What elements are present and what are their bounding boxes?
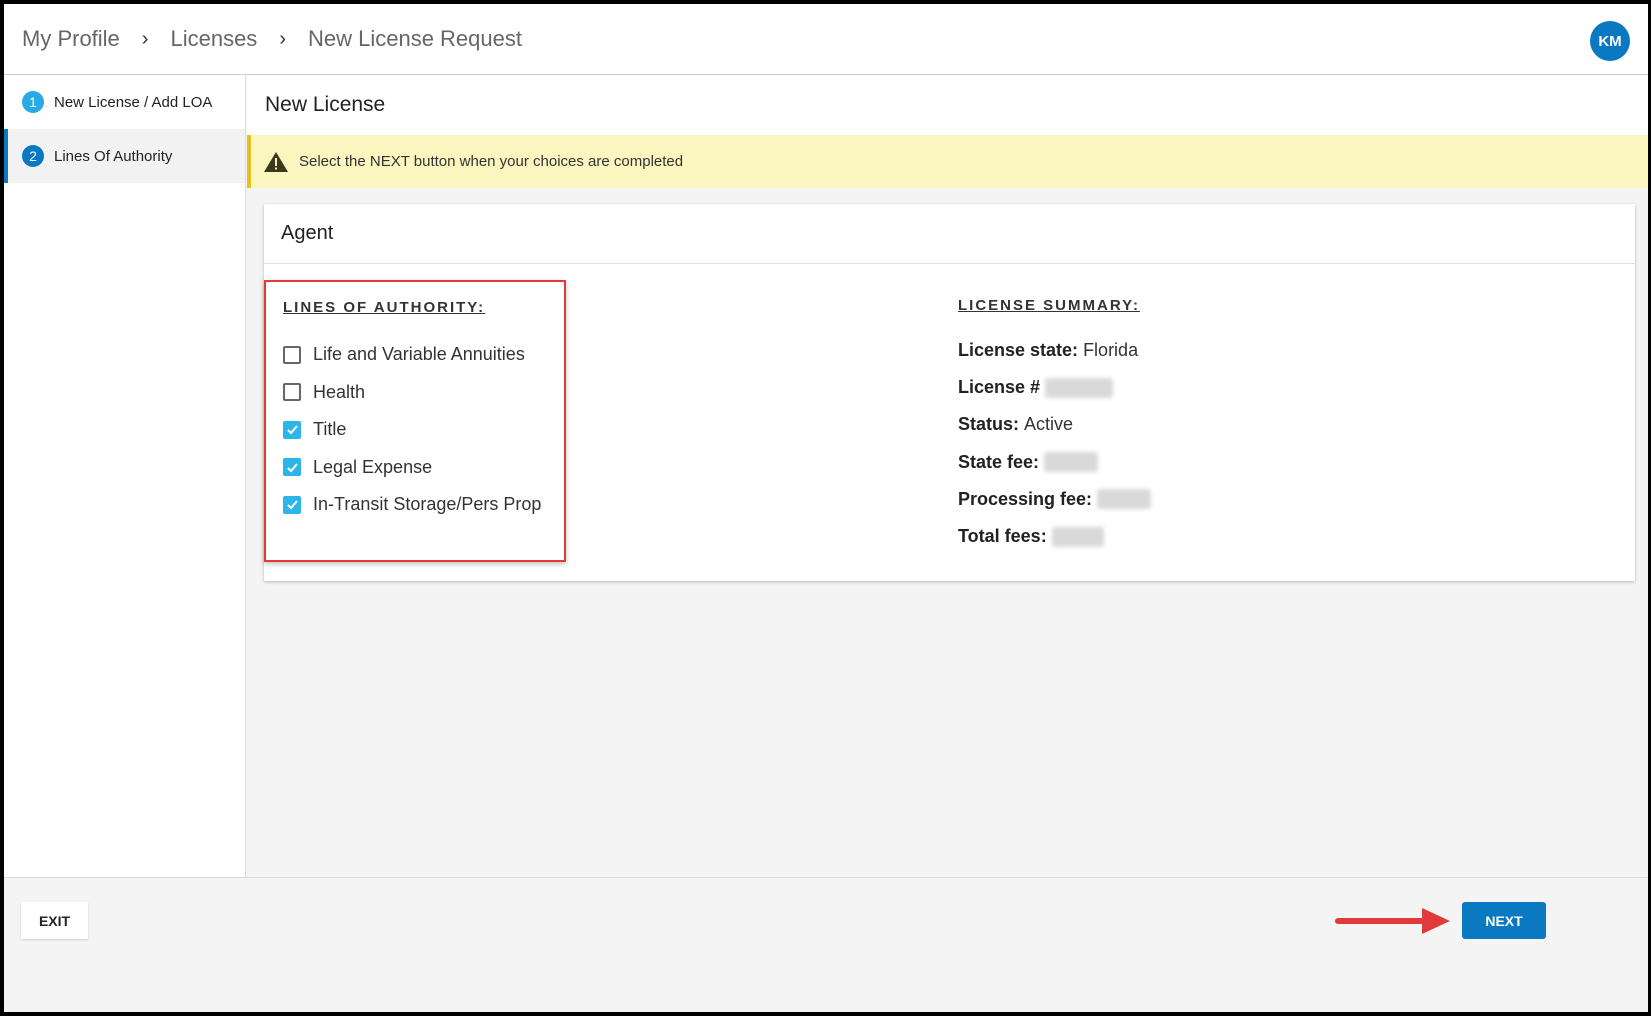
breadcrumb-licenses[interactable]: Licenses <box>170 26 257 52</box>
breadcrumb-new-license-request: New License Request <box>307 26 522 51</box>
next-button[interactable]: NEXT <box>1462 902 1546 939</box>
loa-item-legal-expense[interactable]: Legal Expense <box>283 449 541 487</box>
checkbox-unchecked[interactable] <box>283 383 301 402</box>
loa-item-title[interactable]: Title <box>283 411 541 449</box>
chevron-right-icon: › <box>141 27 149 50</box>
license-summary-list: License state: Florida License # Status:… <box>958 332 1152 555</box>
app-window: My Profile › Licenses › New License Requ… <box>4 4 1648 1012</box>
loa-item-health[interactable]: Health <box>283 374 541 412</box>
breadcrumb-my-profile[interactable]: My Profile <box>22 26 120 52</box>
step-number-badge: 2 <box>22 145 44 167</box>
checkbox-label: Health <box>313 381 366 402</box>
loa-item-life-annuities[interactable]: Life and Variable Annuities <box>283 336 541 374</box>
redacted-value <box>1051 526 1104 547</box>
summary-label: License state: <box>958 340 1079 361</box>
step-label: New License / Add LOA <box>54 93 213 111</box>
top-header: My Profile › Licenses › New License Requ… <box>4 4 1648 75</box>
main-content: New License Select the NEXT button when … <box>247 75 1648 928</box>
loa-item-in-transit-storage[interactable]: In-Transit Storage/Pers Prop <box>283 486 541 524</box>
step-label: Lines Of Authority <box>54 147 173 165</box>
step-number-badge: 1 <box>22 91 44 113</box>
checkmark-icon <box>286 463 298 473</box>
checkbox-checked[interactable] <box>283 495 301 514</box>
redacted-value <box>1044 452 1099 473</box>
redacted-value <box>1045 377 1114 398</box>
license-summary-heading: LICENSE SUMMARY: <box>958 297 1140 314</box>
summary-state-fee: State fee: <box>958 444 1151 481</box>
avatar[interactable]: KM <box>1590 21 1630 61</box>
loa-checkbox-list: Life and Variable Annuities Health Title <box>283 336 541 524</box>
warning-icon <box>264 151 288 172</box>
summary-label: Processing fee: <box>958 488 1093 509</box>
summary-value: Active <box>1024 414 1074 435</box>
checkbox-label: In-Transit Storage/Pers Prop <box>313 494 542 515</box>
checkbox-label: Title <box>313 419 347 440</box>
checkbox-unchecked[interactable] <box>283 345 301 364</box>
summary-processing-fee: Processing fee: <box>958 481 1152 518</box>
summary-status: Status: Active <box>958 406 1151 443</box>
checkmark-icon <box>286 425 298 435</box>
summary-label: Status: <box>958 414 1020 435</box>
warning-alert: Select the NEXT button when your choices… <box>247 135 1648 188</box>
summary-label: State fee: <box>958 451 1040 472</box>
step-new-license[interactable]: 1 New License / Add LOA <box>4 75 245 129</box>
license-summary-section: LICENSE SUMMARY: License state: Florida … <box>958 297 1152 555</box>
checkbox-label: Life and Variable Annuities <box>313 344 525 365</box>
breadcrumb: My Profile › Licenses › New License Requ… <box>4 26 522 52</box>
step-lines-of-authority[interactable]: 2 Lines Of Authority <box>4 129 245 183</box>
alert-text: Select the NEXT button when your choices… <box>299 153 684 170</box>
summary-label: Total fees: <box>958 526 1047 547</box>
lines-of-authority-section: LINES OF AUTHORITY: Life and Variable An… <box>264 280 566 562</box>
checkbox-checked[interactable] <box>283 420 301 439</box>
summary-license-number: License # <box>958 369 1151 406</box>
checkmark-icon <box>286 500 298 510</box>
stepper-sidebar: 1 New License / Add LOA 2 Lines Of Autho… <box>4 75 246 928</box>
footer-bar: EXIT NEXT <box>4 877 1648 1012</box>
redacted-value <box>1097 489 1152 510</box>
checkbox-checked[interactable] <box>283 458 301 477</box>
summary-license-state: License state: Florida <box>958 332 1151 369</box>
page-title: New License <box>247 75 1648 135</box>
summary-total-fees: Total fees: <box>958 518 1151 555</box>
arrow-right-icon <box>1335 908 1450 934</box>
loa-heading: LINES OF AUTHORITY: <box>283 299 486 316</box>
chevron-right-icon: › <box>279 27 286 50</box>
card-title: Agent <box>264 204 1635 264</box>
summary-label: License # <box>958 377 1041 398</box>
agent-card: Agent LINES OF AUTHORITY: Life and Varia… <box>264 204 1635 581</box>
summary-value: Florida <box>1083 340 1139 361</box>
checkbox-label: Legal Expense <box>313 456 433 477</box>
exit-button[interactable]: EXIT <box>21 902 88 939</box>
